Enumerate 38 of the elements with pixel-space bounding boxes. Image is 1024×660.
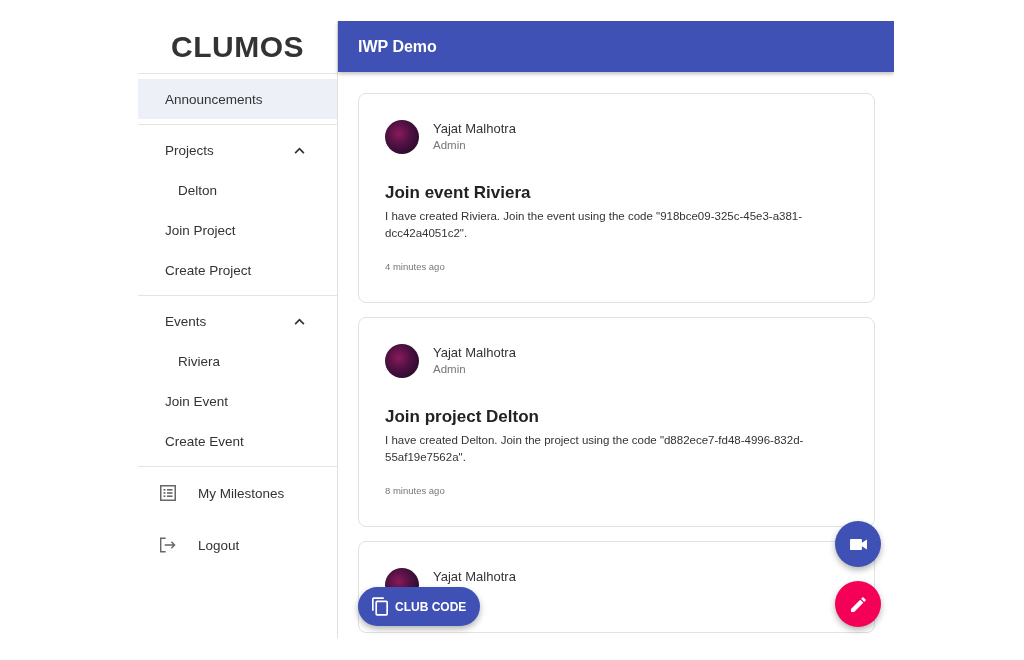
chevron-up-icon [294, 317, 305, 325]
video-camera-icon [849, 538, 867, 550]
club-code-button[interactable]: CLUB CODE [358, 587, 481, 626]
sidebar-item[interactable]: Join Event [138, 381, 337, 421]
avatar [385, 120, 419, 154]
chevron-up-icon [294, 146, 305, 154]
copy-icon [372, 597, 388, 616]
author-name: Yajat Malhotra [433, 121, 516, 136]
sidebar-item-label: My Milestones [198, 485, 285, 501]
video-call-button[interactable] [835, 521, 881, 567]
pencil-icon [850, 596, 866, 612]
sidebar-item[interactable]: Riviera [138, 341, 337, 381]
sidebar-item-label: Logout [198, 537, 240, 553]
sidebar-item[interactable]: Join Project [138, 210, 337, 250]
sidebar-item[interactable]: Announcements [138, 79, 337, 119]
sidebar-item[interactable]: Create Event [138, 421, 337, 461]
logout-icon [160, 537, 176, 553]
post-time: 8 minutes ago [385, 485, 446, 496]
author-name: Yajat Malhotra [433, 569, 516, 584]
post-title: Join event Riviera [385, 183, 532, 203]
author-name: Yajat Malhotra [433, 345, 516, 360]
sidebar-item[interactable]: Logout [138, 519, 337, 571]
sidebar-group-toggle[interactable]: Projects [138, 130, 337, 170]
sidebar-item[interactable]: Delton [138, 170, 337, 210]
sidebar-item[interactable]: My Milestones [138, 467, 337, 519]
logo: CLUMOS [171, 30, 304, 64]
avatar [385, 344, 419, 378]
post-body: I have created Riviera. Join the event using the code "918bce09-325c-45e3-a381-dcc42a4051c2". [385, 209, 804, 241]
sidebar-item[interactable]: Create Project [138, 250, 337, 290]
edit-button[interactable] [835, 581, 881, 627]
post-time: 4 minutes ago [385, 261, 446, 272]
post-title: Join project Delton [385, 407, 540, 427]
author-role: Admin [433, 139, 467, 151]
post-body: I have created Delton. Join the project using the code "d882ece7-fd48-4996-832d-55af19e7562a". [385, 433, 805, 465]
page-title: IWP Demo [358, 37, 437, 56]
sidebar-group-toggle[interactable]: Events [138, 301, 337, 341]
list-icon [160, 485, 176, 501]
author-role: Admin [433, 363, 467, 375]
